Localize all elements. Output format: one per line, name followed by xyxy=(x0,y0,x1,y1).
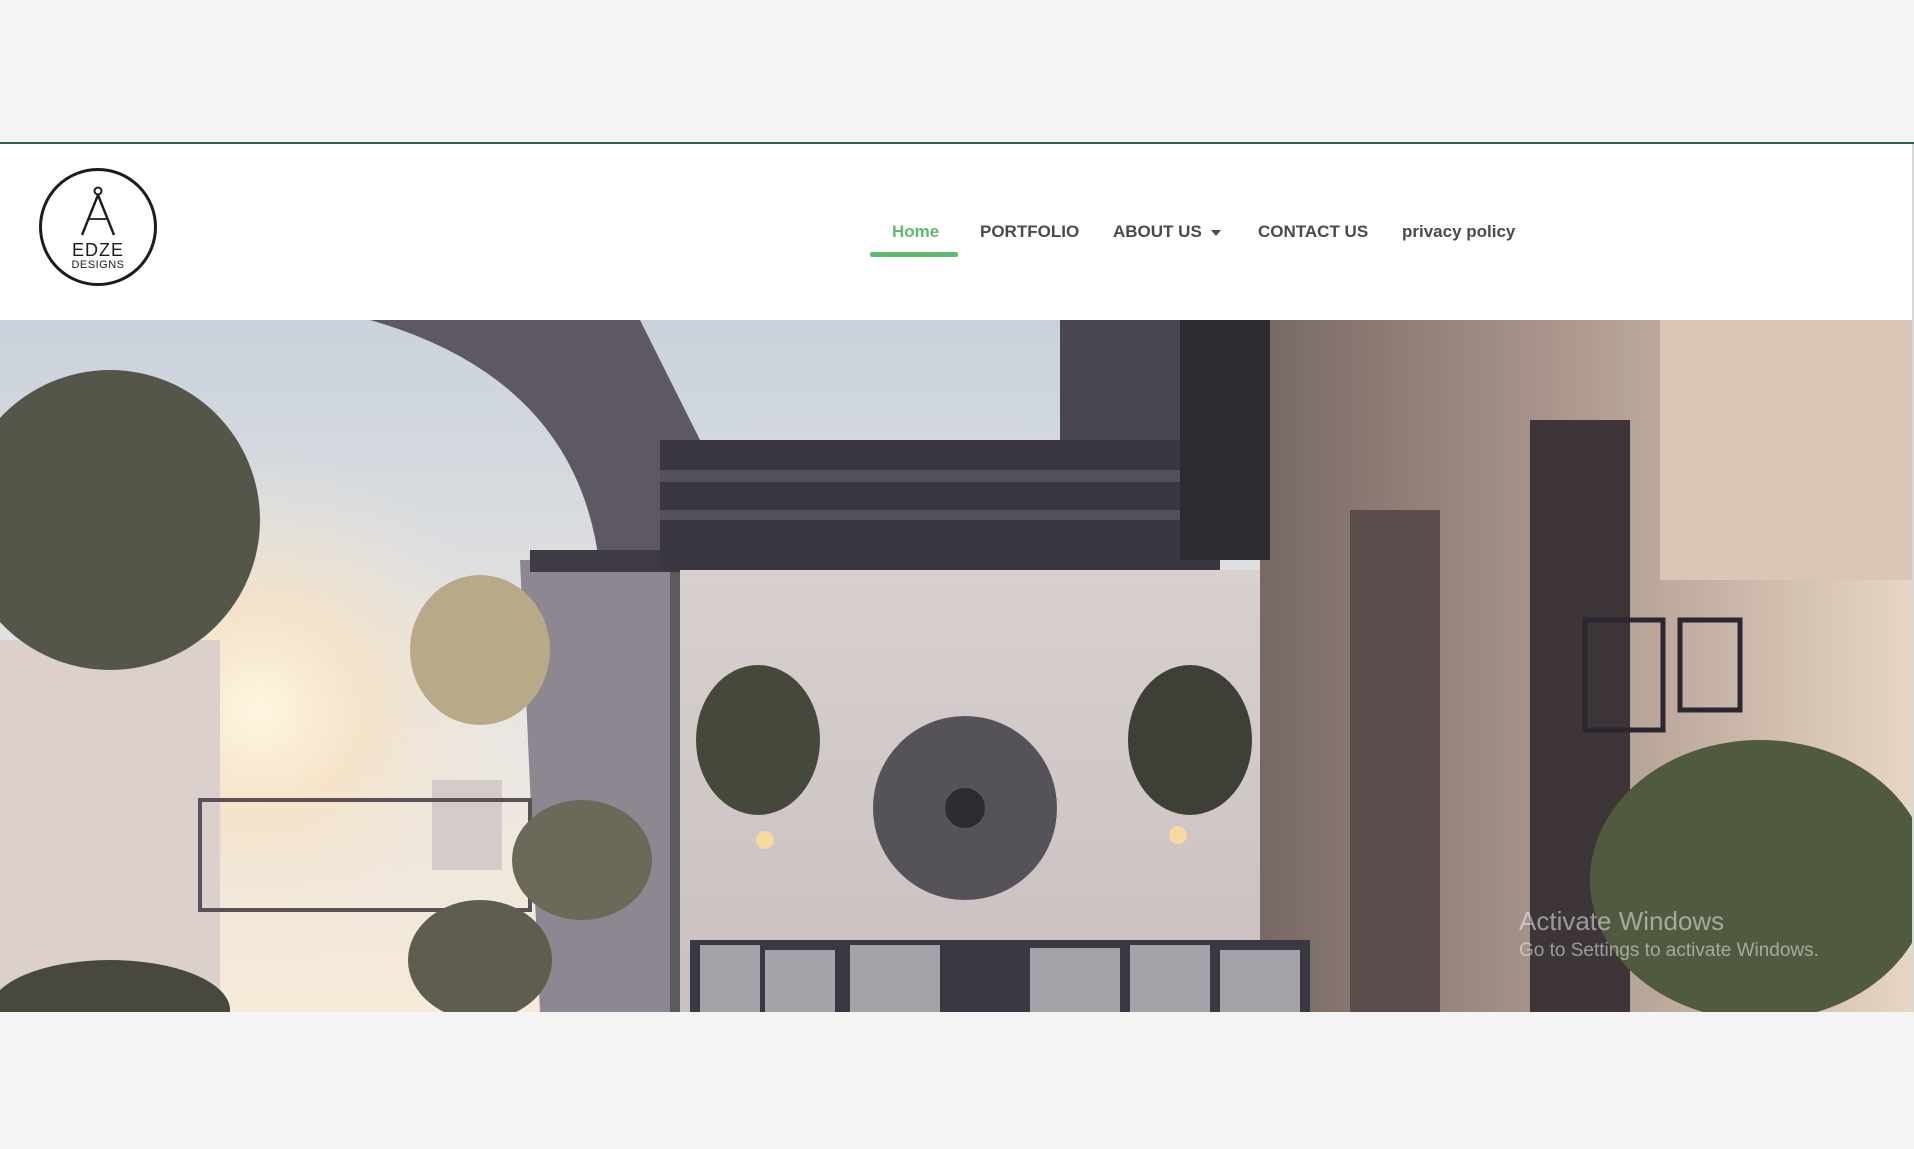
logo-text-primary: EDZE xyxy=(71,240,124,260)
nav-item-home[interactable]: Home xyxy=(892,210,939,254)
top-band xyxy=(0,0,1914,142)
logo-text-secondary: DESIGNS xyxy=(71,259,125,271)
nav-active-indicator xyxy=(870,252,958,257)
nav-item-about-us-label: ABOUT US xyxy=(1113,222,1202,241)
watermark-title: Activate Windows xyxy=(1519,906,1725,936)
nav-item-privacy-policy[interactable]: privacy policy xyxy=(1402,210,1515,254)
site-header xyxy=(0,144,1914,320)
windows-activation-watermark: Activate Windows Go to Settings to activ… xyxy=(1519,906,1819,964)
nav-item-contact-us[interactable]: CONTACT US xyxy=(1258,210,1368,254)
nav-item-about-us[interactable]: ABOUT US xyxy=(1113,210,1221,254)
bottom-band xyxy=(0,1012,1914,1149)
watermark-subtitle: Go to Settings to activate Windows. xyxy=(1519,940,1819,961)
caret-down-icon xyxy=(1210,229,1221,236)
nav-item-portfolio[interactable]: PORTFOLIO xyxy=(980,210,1079,254)
site-logo[interactable]: EDZE DESIGNS xyxy=(39,168,157,286)
compass-icon xyxy=(80,186,116,236)
page: EDZE DESIGNS Home PORTFOLIO ABOUT US CON… xyxy=(0,0,1914,1149)
